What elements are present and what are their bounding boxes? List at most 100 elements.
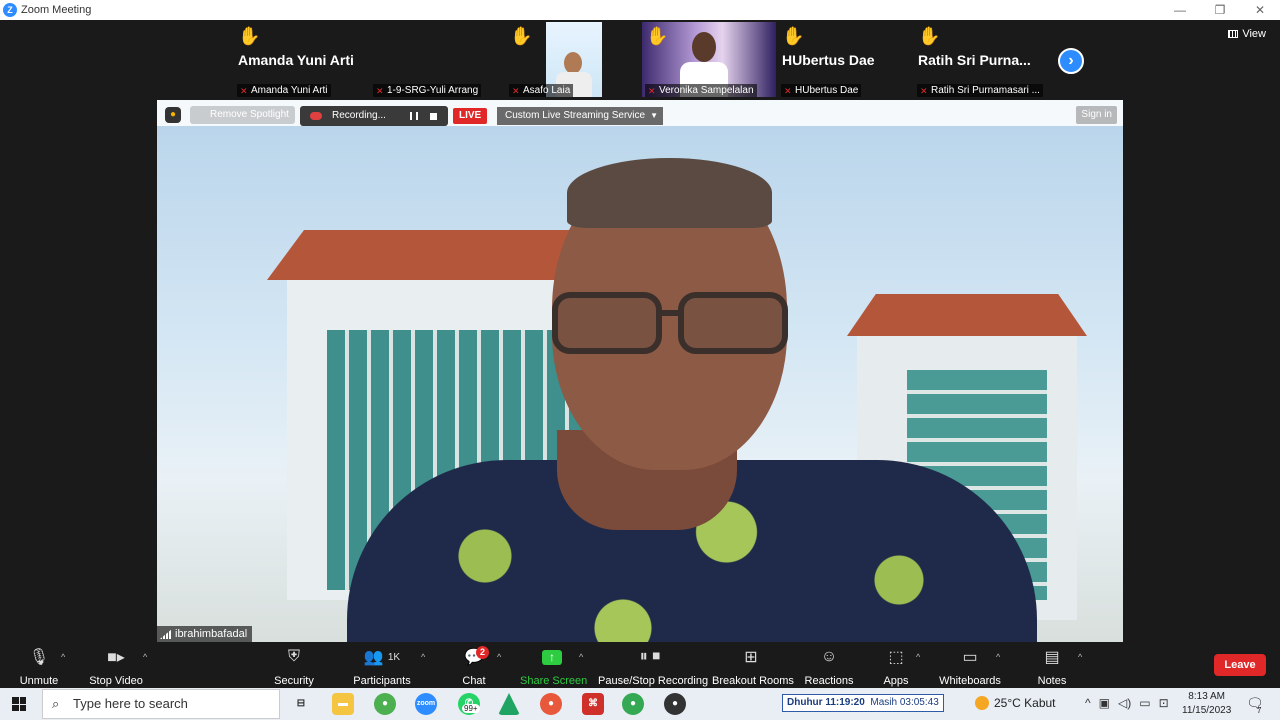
windows-taskbar: ⌕ Type here to search ⊟ ▬ ● zoom ✆ 99+ ●…: [0, 688, 1280, 720]
reactions-button[interactable]: ☺ Reactions: [804, 646, 854, 687]
sign-in-button[interactable]: Sign in: [1076, 106, 1117, 124]
remove-spotlight-button[interactable]: Remove Spotlight: [190, 106, 295, 124]
share-options-caret[interactable]: ^: [579, 652, 583, 662]
participant-thumb[interactable]: ✋ ✕ Asafo Laia: [506, 20, 640, 99]
speaker-glasses: [552, 292, 797, 362]
notes-options-caret[interactable]: ^: [1078, 652, 1082, 662]
battery-icon[interactable]: ▭: [1139, 696, 1150, 710]
weather-text: 25°C Kabut: [994, 696, 1056, 710]
smiley-plus-icon: ☺: [820, 648, 838, 665]
cloud-recording-icon: [310, 112, 322, 120]
meeting-stage: View ✋ Amanda Yuni Arti ✕ Amanda Yuni Art…: [0, 20, 1280, 642]
zoom-logo-icon: Z: [3, 3, 17, 17]
close-button[interactable]: ✕: [1240, 0, 1280, 20]
participant-label: ✕ Ratih Sri Purnamasari ...: [917, 84, 1043, 97]
raised-hand-icon: ✋: [238, 26, 261, 46]
participant-label: ✕ HUbertus Dae: [781, 84, 862, 97]
chrome-profile-icon[interactable]: ●: [540, 693, 562, 715]
windows-start-icon[interactable]: [12, 697, 26, 711]
prayer-remaining: Masih 03:05:43: [870, 697, 939, 708]
security-button[interactable]: ⛨ Security: [272, 646, 316, 687]
participant-big-name: Amanda Yuni Arti: [238, 52, 354, 68]
chat-button[interactable]: 💬 2 Chat: [458, 646, 490, 687]
search-icon: ⌕: [52, 696, 60, 711]
weather-icon: [975, 696, 989, 710]
prayer-time-widget[interactable]: Dhuhur 11:19:20 Masih 03:05:43: [782, 694, 944, 712]
chevron-right-icon: ›: [1068, 52, 1074, 69]
participant-thumb[interactable]: ✕ 1-9-SRG-Yuli Arrang: [370, 20, 504, 99]
task-view-icon[interactable]: ⊟: [290, 693, 312, 715]
view-button[interactable]: View: [1228, 28, 1266, 40]
pdf-reader-icon[interactable]: ⌘: [582, 693, 604, 715]
meet-now-icon[interactable]: ▣: [1099, 696, 1110, 710]
view-label: View: [1242, 28, 1266, 40]
google-drive-icon[interactable]: [498, 693, 520, 715]
participant-thumb[interactable]: ✋ ✕ Veronika Sampelalan: [642, 20, 776, 99]
zoom-taskbar-icon[interactable]: zoom: [415, 693, 437, 715]
recording-label: Recording...: [332, 110, 386, 121]
stop-recording-icon[interactable]: [430, 113, 437, 120]
speaker-nameplate: ibrahimbafadal: [157, 626, 253, 642]
apps-button[interactable]: ⬚ Apps: [878, 646, 914, 687]
next-page-button[interactable]: ›: [1058, 48, 1084, 74]
participants-count: 1K: [387, 651, 401, 663]
apps-options-caret[interactable]: ^: [916, 652, 920, 662]
participants-button[interactable]: 👥 1K Participants: [352, 646, 412, 687]
encryption-shield-icon[interactable]: ●: [165, 107, 181, 123]
raised-hand-icon: ✋: [646, 26, 669, 46]
reactions-label: Reactions: [804, 675, 854, 687]
window-title: Zoom Meeting: [21, 4, 92, 16]
participant-label-text: Amanda Yuni Arti: [251, 85, 328, 96]
chrome-icon[interactable]: ●: [374, 693, 396, 715]
raised-hand-icon: ✋: [782, 26, 805, 46]
taskbar-clock[interactable]: 8:13 AM 11/15/2023: [1182, 690, 1231, 718]
tray-chevron-icon[interactable]: ^: [1085, 696, 1091, 710]
stop-video-button[interactable]: ■▸ Stop Video: [88, 646, 144, 687]
window-titlebar: Z Zoom Meeting — ❐ ✕: [0, 0, 1280, 20]
caret-down-icon: ▼: [650, 111, 659, 120]
participant-label-text: Ratih Sri Purnamasari ...: [931, 85, 1040, 96]
share-arrow-icon: ↑: [542, 649, 562, 665]
live-badge[interactable]: LIVE: [453, 108, 488, 124]
network-icon[interactable]: ⊡: [1159, 696, 1169, 710]
muted-mic-icon: ✕: [920, 86, 928, 96]
whiteboards-options-caret[interactable]: ^: [996, 652, 1000, 662]
video-options-caret[interactable]: ^: [143, 652, 147, 662]
share-screen-button[interactable]: ↑ Share Screen: [520, 646, 587, 687]
unmute-button[interactable]: 🎙 Unmute: [18, 646, 60, 687]
pause-recording-icon[interactable]: [410, 112, 418, 120]
pause-stop-recording-button[interactable]: ⏸ ⏹ Pause/Stop Recording: [598, 646, 708, 687]
participant-thumb[interactable]: ✋ Ratih Sri Purna... ✕ Ratih Sri Purnamas…: [914, 20, 1048, 99]
participant-label-text: Veronika Sampelalan: [659, 85, 754, 96]
breakout-rooms-icon: ⊞: [744, 649, 758, 666]
muted-microphone-icon: 🎙: [28, 649, 50, 666]
participant-big-name: HUbertus Dae: [782, 52, 875, 68]
clock-date: 11/15/2023: [1182, 705, 1232, 716]
breakout-rooms-button[interactable]: ⊞ Breakout Rooms: [712, 646, 794, 687]
notes-button[interactable]: ▤ Notes: [1034, 646, 1070, 687]
whiteboards-label: Whiteboards: [939, 675, 1001, 687]
notes-icon: ▤: [1044, 649, 1060, 666]
participant-thumb[interactable]: ✋ Amanda Yuni Arti ✕ Amanda Yuni Arti: [234, 20, 368, 99]
stream-service-dropdown[interactable]: Custom Live Streaming Service ▼: [497, 107, 664, 125]
file-explorer-icon[interactable]: ▬: [332, 693, 354, 715]
signal-strength-icon: [160, 629, 172, 639]
speaker-video: ● Remove Spotlight Recording... LIVE Cus…: [157, 100, 1123, 642]
whiteboards-button[interactable]: ▭ Whiteboards: [938, 646, 1002, 687]
maximize-button[interactable]: ❐: [1200, 0, 1240, 20]
muted-mic-icon: ✕: [648, 86, 656, 96]
chat-options-caret[interactable]: ^: [497, 652, 501, 662]
volume-icon[interactable]: ◁): [1118, 696, 1131, 710]
minimize-button[interactable]: —: [1160, 0, 1200, 20]
weather-widget[interactable]: 25°C Kabut: [975, 696, 1056, 710]
participants-options-caret[interactable]: ^: [421, 652, 425, 662]
participant-thumb[interactable]: ✋ HUbertus Dae ✕ HUbertus Dae: [778, 20, 912, 99]
audio-options-caret[interactable]: ^: [61, 652, 65, 662]
participant-label-text: HUbertus Dae: [795, 85, 859, 96]
muted-mic-icon: ✕: [512, 86, 520, 96]
taskbar-search-input[interactable]: ⌕ Type here to search: [42, 689, 280, 719]
chrome-profile-2-icon[interactable]: ●: [622, 693, 644, 715]
leave-button[interactable]: Leave: [1214, 654, 1266, 676]
notes-label: Notes: [1037, 675, 1067, 687]
recording-app-icon[interactable]: ●: [664, 693, 686, 715]
